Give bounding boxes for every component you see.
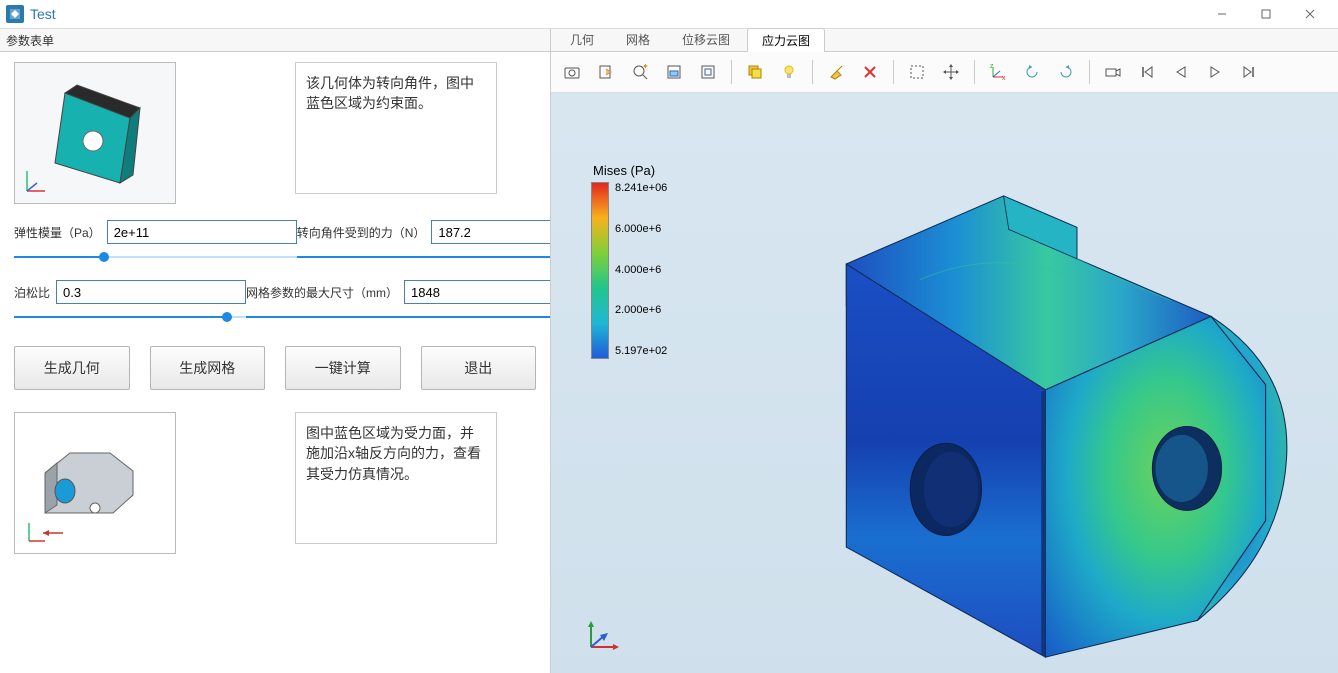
legend-tick: 5.197e+02 (615, 345, 667, 357)
layers-icon[interactable] (740, 57, 770, 87)
modulus-slider[interactable] (14, 250, 297, 264)
tab-stress[interactable]: 应力云图 (747, 28, 825, 52)
window-title: Test (30, 6, 56, 22)
screenshot-icon[interactable] (557, 57, 587, 87)
zoom-icon[interactable]: ✦ (625, 57, 655, 87)
poisson-input[interactable] (56, 280, 246, 304)
box-select-icon[interactable] (659, 57, 689, 87)
marquee-icon[interactable] (902, 57, 932, 87)
force-slider[interactable] (297, 250, 550, 264)
svg-text:z: z (990, 63, 994, 70)
modulus-input[interactable] (107, 220, 297, 244)
color-legend: Mises (Pa) 8.241e+06 6.000e+6 4.000e+6 2… (591, 163, 667, 359)
parameters-panel: 参数表单 (0, 29, 551, 673)
tab-displacement[interactable]: 位移云图 (667, 27, 745, 51)
rotate-cw-icon[interactable] (1051, 57, 1081, 87)
export-icon[interactable] (591, 57, 621, 87)
force-input[interactable] (431, 220, 550, 244)
viewer-panel: 几何 网格 位移云图 应力云图 ✦ z (551, 29, 1338, 673)
next-frame-icon[interactable] (1200, 57, 1230, 87)
3d-viewport[interactable]: Mises (Pa) 8.241e+06 6.000e+6 4.000e+6 2… (551, 93, 1338, 673)
tab-geometry[interactable]: 几何 (555, 27, 609, 51)
poisson-label: 泊松比 (14, 284, 50, 301)
poisson-slider[interactable] (14, 310, 246, 324)
generate-geometry-button[interactable]: 生成几何 (14, 346, 130, 390)
last-frame-icon[interactable] (1234, 57, 1264, 87)
viewer-toolbar: ✦ zx (551, 52, 1338, 93)
load-face-thumbnail (14, 412, 176, 554)
app-icon (6, 5, 24, 23)
legend-tick: 6.000e+6 (615, 223, 667, 235)
camera-icon[interactable] (1098, 57, 1128, 87)
stress-contour-model (731, 133, 1318, 673)
fit-view-icon[interactable] (693, 57, 723, 87)
legend-title: Mises (Pa) (593, 163, 667, 178)
maximize-button[interactable] (1244, 3, 1288, 25)
legend-tick: 2.000e+6 (615, 304, 667, 316)
tab-mesh[interactable]: 网格 (611, 27, 665, 51)
compute-button[interactable]: 一键计算 (285, 346, 401, 390)
load-note: 图中蓝色区域为受力面，并施加沿x轴反方向的力，查看其受力仿真情况。 (295, 412, 497, 544)
minimize-button[interactable] (1200, 3, 1244, 25)
pan-icon[interactable] (936, 57, 966, 87)
delete-icon[interactable] (855, 57, 885, 87)
constraint-note: 该几何体为转向角件，图中蓝色区域为约束面。 (295, 62, 497, 194)
constraint-face-thumbnail (14, 62, 176, 204)
prev-frame-icon[interactable] (1166, 57, 1196, 87)
force-label: 转向角件受到的力（N） (297, 224, 426, 241)
rotate-ccw-icon[interactable] (1017, 57, 1047, 87)
exit-button[interactable]: 退出 (421, 346, 537, 390)
legend-tick: 4.000e+6 (615, 264, 667, 276)
axis-triad-icon (583, 615, 623, 655)
first-frame-icon[interactable] (1132, 57, 1162, 87)
parameters-header: 参数表单 (0, 29, 550, 52)
close-button[interactable] (1288, 3, 1332, 25)
clear-icon[interactable] (821, 57, 851, 87)
view-tabs: 几何 网格 位移云图 应力云图 (551, 29, 1338, 52)
mesh-label: 网格参数的最大尺寸（mm） (246, 284, 398, 301)
mesh-slider[interactable] (246, 310, 550, 324)
title-bar: Test (0, 0, 1338, 29)
modulus-label: 弹性模量（Pa） (14, 224, 101, 241)
light-icon[interactable] (774, 57, 804, 87)
legend-tick: 8.241e+06 (615, 182, 667, 194)
svg-text:x: x (1002, 75, 1006, 81)
mesh-input[interactable] (404, 280, 550, 304)
svg-text:✦: ✦ (642, 63, 649, 71)
generate-mesh-button[interactable]: 生成网格 (150, 346, 266, 390)
axes-icon[interactable]: zx (983, 57, 1013, 87)
